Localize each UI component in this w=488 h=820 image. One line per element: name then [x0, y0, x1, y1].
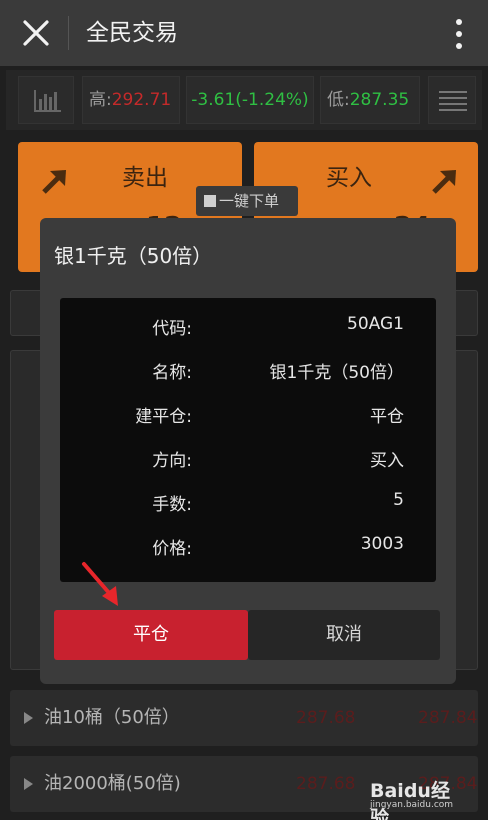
- arrow-up-right-icon: [432, 170, 456, 194]
- buy-label: 买入: [326, 165, 372, 191]
- menu-icon: [439, 91, 467, 111]
- arrow-down-left-icon: [42, 170, 66, 194]
- product-name: 油2000桶(50倍): [44, 773, 181, 794]
- expand-triangle-icon: [24, 712, 33, 724]
- sell-price: 287.68: [296, 774, 356, 794]
- info-row: 建平仓: 平仓: [60, 398, 436, 428]
- checkbox-icon[interactable]: [204, 195, 216, 207]
- expand-triangle-icon: [24, 778, 33, 790]
- info-key: 代码:: [152, 319, 192, 339]
- order-info-panel: 代码: 50AG1 名称: 银1千克（50倍） 建平仓: 平仓 方向: 买入 手…: [60, 298, 436, 582]
- watermark-url: jingyan.baidu.com: [370, 800, 454, 810]
- info-key: 方向:: [152, 451, 192, 471]
- info-value: 50AG1: [347, 314, 404, 334]
- low-price: 低:287.35: [320, 76, 420, 124]
- one-click-label: 一键下单: [219, 192, 280, 210]
- chart-button[interactable]: [18, 76, 74, 124]
- more-options-icon[interactable]: [454, 18, 464, 50]
- info-value: 银1千克（50倍）: [269, 363, 404, 383]
- info-value: 5: [393, 490, 404, 510]
- list-menu-button[interactable]: [428, 76, 476, 124]
- trade-page: 全民交易 高:292.71 -3.61(-1.24%) 低:287.35 卖出 …: [0, 0, 488, 820]
- watermark-logo: Baidu经验: [370, 780, 450, 820]
- one-click-order-toggle[interactable]: 一键下单: [196, 186, 298, 216]
- top-bar: 全民交易: [0, 0, 488, 66]
- page-title: 全民交易: [86, 20, 178, 46]
- info-row: 名称: 银1千克（50倍）: [60, 354, 436, 384]
- info-value: 3003: [360, 534, 404, 554]
- red-arrow-pointer-icon: [82, 562, 118, 606]
- close-position-button[interactable]: 平仓: [54, 610, 248, 660]
- high-price: 高:292.71: [82, 76, 180, 124]
- low-value: 287.35: [349, 90, 410, 110]
- info-value: 平仓: [370, 407, 404, 427]
- baidu-watermark: Baidu经验 jingyan.baidu.com: [370, 774, 462, 820]
- close-position-dialog: 银1千克（50倍） 代码: 50AG1 名称: 银1千克（50倍） 建平仓: 平…: [40, 218, 456, 684]
- info-row: 代码: 50AG1: [60, 310, 436, 340]
- low-label: 低:: [327, 90, 350, 110]
- bar-chart-icon: [34, 90, 61, 112]
- list-item[interactable]: 油10桶（50倍） 287.68 287.84: [10, 690, 478, 746]
- high-value: 292.71: [111, 90, 172, 110]
- high-label: 高:: [89, 90, 112, 110]
- sell-label: 卖出: [122, 165, 168, 191]
- dialog-title: 银1千克（50倍）: [54, 244, 213, 268]
- info-row: 方向: 买入: [60, 442, 436, 472]
- info-row: 价格: 3003: [60, 530, 436, 560]
- buy-price: 287.84: [418, 708, 478, 728]
- price-ticker: 高:292.71 -3.61(-1.24%) 低:287.35: [6, 70, 482, 130]
- info-row: 手数: 5: [60, 486, 436, 516]
- info-key: 手数:: [152, 495, 192, 515]
- info-key: 建平仓:: [135, 407, 192, 427]
- sell-price: 287.68: [296, 708, 356, 728]
- info-key: 价格:: [152, 539, 192, 559]
- info-value: 买入: [370, 451, 404, 471]
- close-icon[interactable]: [20, 17, 52, 49]
- title-separator: [68, 16, 69, 50]
- cancel-button[interactable]: 取消: [248, 610, 440, 660]
- product-name: 油10桶（50倍）: [44, 707, 180, 728]
- price-change: -3.61(-1.24%): [186, 76, 314, 124]
- info-key: 名称:: [152, 363, 192, 383]
